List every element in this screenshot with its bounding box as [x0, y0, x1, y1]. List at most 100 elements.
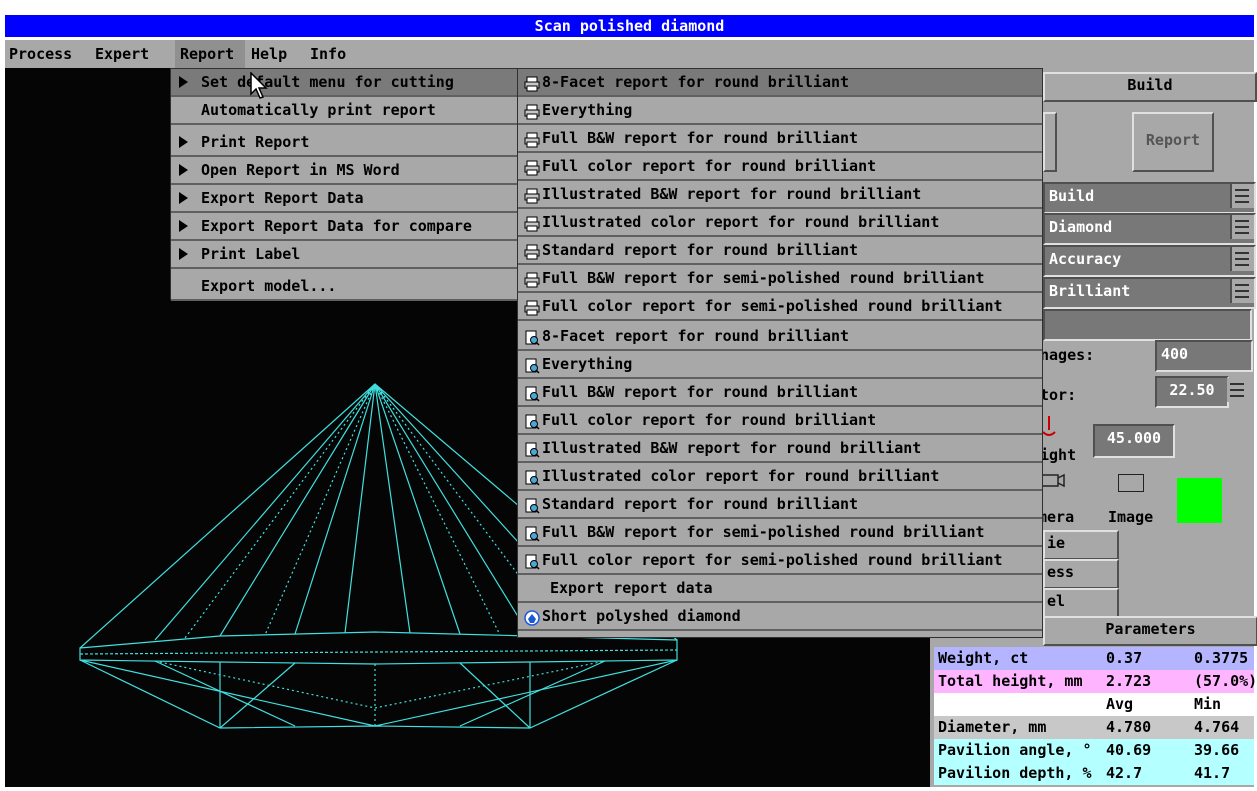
submenu-item[interactable]: Full color report for semi-polished roun…: [518, 293, 1042, 321]
build-combo[interactable]: Build: [1043, 182, 1256, 214]
print-preview-icon: [524, 328, 540, 346]
menu-item-label: Open Report in MS Word: [201, 161, 400, 179]
menu-item-open-word[interactable]: Open Report in MS Word: [171, 157, 521, 185]
submenu-item[interactable]: 8-Facet report for round brilliant: [518, 323, 1042, 351]
menu-item-label: Export model...: [201, 277, 337, 295]
submenu-item-label: Illustrated B&W report for round brillia…: [542, 439, 922, 457]
camera-icon[interactable]: [1040, 470, 1066, 490]
menu-item-label: Set default menu for cutting: [201, 73, 454, 91]
print-preview-icon: [524, 552, 540, 570]
submenu-item[interactable]: Illustrated color report for round brill…: [518, 463, 1042, 491]
param-row: Pavilion angle, ° 40.69 39.66: [934, 739, 1254, 762]
menu-icon[interactable]: [1230, 184, 1254, 208]
image-color-swatch[interactable]: [1177, 478, 1222, 523]
image-icon[interactable]: [1118, 474, 1144, 492]
submenu-item[interactable]: Everything: [518, 351, 1042, 379]
menu-item-label: Automatically print report: [201, 101, 436, 119]
param-label: Weight, ct: [938, 649, 1029, 667]
submenu-item-label: Standard report for round brilliant: [542, 241, 859, 259]
camera-label: mera: [1038, 508, 1075, 526]
images-field[interactable]: 400: [1155, 340, 1253, 372]
menu-item-export-data[interactable]: Export Report Data: [171, 185, 521, 213]
print-preview-icon: [524, 524, 540, 542]
menu-item-print-label[interactable]: Print Label: [171, 241, 521, 269]
print-preview-icon: [524, 412, 540, 430]
menu-icon[interactable]: [1230, 279, 1254, 303]
menu-help[interactable]: Help: [251, 40, 287, 68]
diamond-combo[interactable]: Diamond: [1043, 213, 1256, 245]
angle-field[interactable]: 45.000: [1093, 424, 1175, 458]
left-button-edge[interactable]: [1043, 112, 1057, 172]
submenu-item-label: Full B&W report for round brilliant: [542, 383, 859, 401]
submenu-item[interactable]: Full color report for semi-polished roun…: [518, 547, 1042, 575]
submenu-item[interactable]: 8-Facet report for round brilliant: [518, 69, 1042, 97]
param-value: Avg: [1106, 695, 1134, 713]
submenu-item[interactable]: Full B&W report for round brilliant: [518, 125, 1042, 153]
submenu-item[interactable]: Full color report for round brilliant: [518, 407, 1042, 435]
window-title: Scan polished diamond: [534, 17, 725, 35]
submenu-item[interactable]: Standard report for round brilliant: [518, 491, 1042, 519]
submenu-item[interactable]: Standard report for round brilliant: [518, 237, 1042, 265]
printer-icon: [524, 102, 540, 120]
submenu-item[interactable]: Illustrated color report for round brill…: [518, 209, 1042, 237]
submenu-item[interactable]: Illustrated B&W report for round brillia…: [518, 435, 1042, 463]
submenu-item[interactable]: Full color report for round brilliant: [518, 153, 1042, 181]
menu-process[interactable]: Process: [9, 40, 72, 68]
menu-item-export-compare[interactable]: Export Report Data for compare: [171, 213, 521, 241]
printer-icon: [524, 214, 540, 232]
menu-item-export-model[interactable]: Export model...: [171, 273, 521, 301]
submenu-item-label: Illustrated color report for round brill…: [542, 467, 940, 485]
side-button-2[interactable]: ess: [1043, 559, 1119, 589]
menu-icon[interactable]: [1230, 247, 1254, 271]
param-label: Pavilion angle, °: [938, 741, 1092, 759]
param-value-2: (57.0%): [1194, 672, 1257, 690]
submenu-arrow-icon: [179, 164, 188, 176]
param-row: Weight, ct 0.37 0.3775: [934, 647, 1254, 670]
menu-icon[interactable]: [1230, 215, 1254, 239]
submenu-arrow-icon: [179, 192, 188, 204]
parameters-header[interactable]: Parameters: [1043, 616, 1257, 646]
report-menu: Set default menu for cutting Automatical…: [170, 68, 522, 301]
menu-report[interactable]: Report: [175, 40, 245, 68]
printer-icon: [524, 270, 540, 288]
menu-item-auto-print[interactable]: Automatically print report: [171, 97, 521, 125]
factor-field[interactable]: 22.50: [1155, 376, 1229, 408]
submenu-item[interactable]: Everything: [518, 97, 1042, 125]
menu-expert[interactable]: Expert: [95, 40, 149, 68]
accuracy-combo[interactable]: Accuracy: [1043, 245, 1256, 277]
empty-field[interactable]: [1043, 309, 1252, 341]
printer-icon: [524, 242, 540, 260]
submenu-arrow-icon: [179, 248, 188, 260]
build-button[interactable]: Build: [1043, 72, 1257, 102]
side-button-1[interactable]: ie: [1043, 530, 1119, 560]
printer-icon: [524, 298, 540, 316]
submenu-item-label: Full color report for round brilliant: [542, 411, 877, 429]
side-button-3[interactable]: el: [1043, 588, 1119, 618]
brilliant-combo[interactable]: Brilliant: [1043, 277, 1256, 309]
menu-icon[interactable]: [1227, 378, 1249, 402]
submenu-item[interactable]: Export report data: [518, 575, 1042, 603]
param-value: 4.780: [1106, 718, 1152, 736]
diamond-hand-icon: [524, 608, 540, 626]
submenu-item-label: Full B&W report for round brilliant: [542, 129, 859, 147]
menu-item-set-default[interactable]: Set default menu for cutting: [171, 69, 521, 97]
light-direction-icon[interactable]: [1042, 416, 1056, 436]
title-bar: Scan polished diamond: [5, 15, 1254, 37]
submenu-item[interactable]: Short polyshed diamond: [518, 603, 1042, 631]
report-button[interactable]: Report: [1132, 112, 1214, 172]
param-value-2: Min: [1194, 695, 1222, 713]
param-row: Pavilion depth, % 42.7 41.7: [934, 762, 1254, 785]
menu-info[interactable]: Info: [310, 40, 346, 68]
submenu-item[interactable]: Illustrated B&W report for round brillia…: [518, 181, 1042, 209]
submenu-item[interactable]: Full B&W report for semi-polished round …: [518, 265, 1042, 293]
submenu-item[interactable]: Full B&W report for semi-polished round …: [518, 519, 1042, 547]
param-row: Diameter, mm 4.780 4.764: [934, 716, 1254, 739]
menu-item-label: Print Label: [201, 245, 301, 263]
submenu-item[interactable]: Full B&W report for round brilliant: [518, 379, 1042, 407]
param-label: Pavilion depth, %: [938, 764, 1092, 782]
submenu-item-label: Full color report for semi-polished roun…: [542, 297, 1003, 315]
menu-item-print-report[interactable]: Print Report: [171, 129, 521, 157]
menu-bar: Process Expert Report Help Info: [5, 40, 1254, 68]
param-label: Total height, mm: [938, 672, 1083, 690]
param-value-2: 4.764: [1194, 718, 1240, 736]
